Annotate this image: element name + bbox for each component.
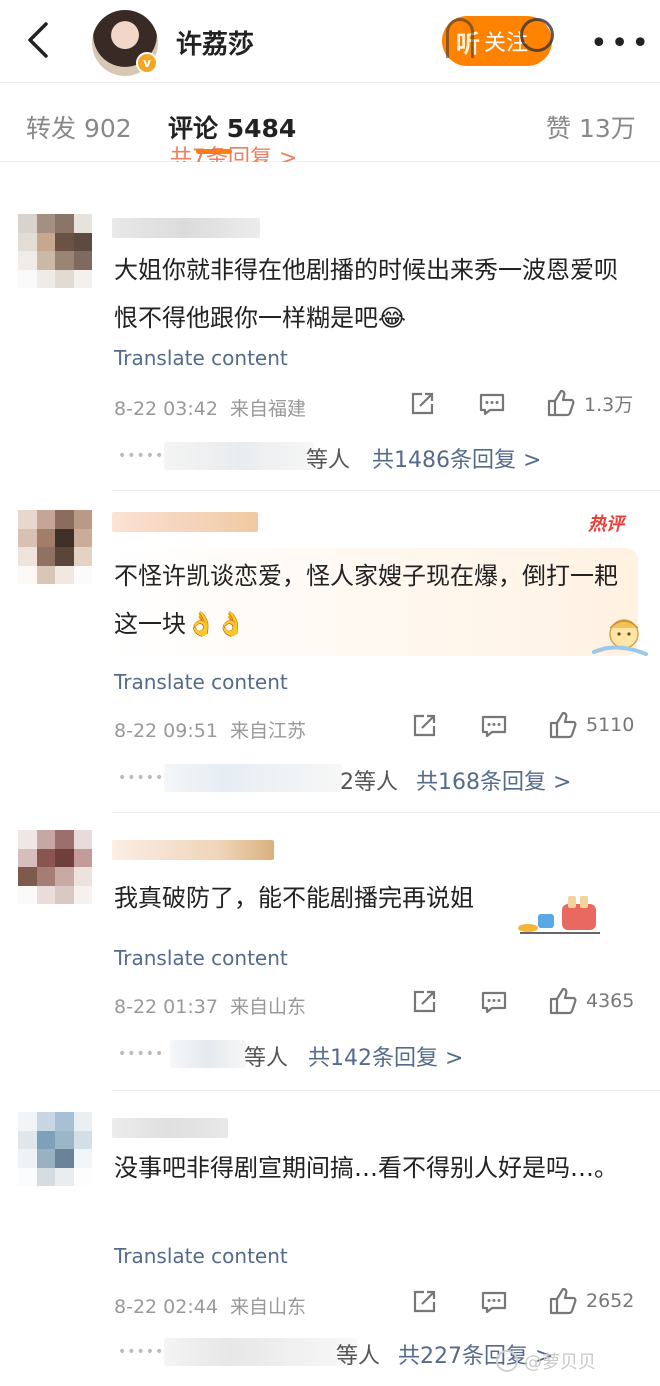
like-count: 4365 <box>586 990 635 1012</box>
like-count: 5110 <box>586 714 635 736</box>
reply-people: 等人 <box>306 448 351 473</box>
like-button[interactable]: 4365 <box>548 986 634 1016</box>
commenter-name[interactable] <box>112 840 274 860</box>
share-button[interactable] <box>408 390 436 418</box>
comment-meta: 8-22 02:44 来自山东 <box>114 1292 306 1319</box>
comment-time: 8-22 03:42 <box>114 398 218 420</box>
comment-button[interactable] <box>480 988 508 1016</box>
translate-link[interactable]: Translate content <box>114 346 288 370</box>
tab-repost[interactable]: 转发 902 <box>26 109 132 145</box>
like-button[interactable]: 2652 <box>548 1286 634 1316</box>
commenter-name[interactable] <box>112 218 260 238</box>
comment-button[interactable] <box>478 390 506 418</box>
thumbs-up-icon <box>547 389 575 417</box>
comment-button[interactable] <box>480 1288 508 1316</box>
thumbs-up-icon <box>549 711 577 739</box>
reply-people: 等人 <box>244 1046 289 1071</box>
comment-icon <box>481 715 507 738</box>
comment-meta: 8-22 01:37 来自山东 <box>114 992 306 1019</box>
headphone-icon[interactable] <box>446 18 474 58</box>
reply-names-blurred <box>164 1338 358 1366</box>
hot-comment-label: 热评 <box>588 514 624 535</box>
reply-indent-dots: ••••• <box>118 1344 165 1360</box>
divider <box>112 1090 660 1091</box>
back-icon[interactable] <box>22 20 58 60</box>
reply-people: 等人 <box>336 1344 381 1369</box>
like-count: 1.3万 <box>584 393 634 416</box>
share-icon <box>413 990 436 1013</box>
comment-location: 来自江苏 <box>229 720 306 742</box>
username[interactable]: 许荔莎 <box>176 24 254 61</box>
translate-link[interactable]: Translate content <box>114 1244 288 1268</box>
previous-reply-link[interactable]: 共7条回复 > <box>170 140 297 162</box>
reply-preview[interactable]: ••••• 等人 共142条回复 > <box>114 1036 634 1076</box>
divider <box>112 812 660 813</box>
translate-link[interactable]: Translate content <box>114 946 288 970</box>
thumbs-up-icon <box>549 1287 577 1315</box>
reply-indent-dots: ••••• <box>118 448 165 464</box>
breakfast-sticker <box>518 896 600 934</box>
comment-time: 8-22 02:44 <box>114 1296 218 1318</box>
commenter-avatar[interactable] <box>18 510 92 584</box>
comment-icon <box>481 1291 507 1314</box>
reply-count-link[interactable]: 共142条回复 > <box>308 1040 463 1072</box>
comment-location: 来自山东 <box>229 1296 306 1318</box>
commenter-name[interactable] <box>112 512 258 532</box>
comment-location: 来自山东 <box>229 996 306 1018</box>
comment-button[interactable] <box>480 712 508 740</box>
weibo-logo-icon <box>496 1350 518 1372</box>
thumbs-up-icon <box>549 987 577 1015</box>
commenter-name[interactable] <box>112 1118 228 1138</box>
share-button[interactable] <box>410 988 438 1016</box>
translate-link[interactable]: Translate content <box>114 670 288 694</box>
top-bar: v 许荔莎 听 关注 ••• <box>0 0 660 82</box>
commenter-avatar[interactable] <box>18 214 92 288</box>
share-icon <box>413 714 436 737</box>
reply-preview[interactable]: ••••• 等人 共1486条回复 > <box>114 438 634 478</box>
share-icon <box>413 1290 436 1313</box>
like-button[interactable]: 1.3万 <box>546 388 633 418</box>
share-button[interactable] <box>410 712 438 740</box>
divider <box>112 490 660 491</box>
reply-names-blurred <box>170 1040 246 1068</box>
verified-badge: v <box>136 52 158 74</box>
reply-indent-dots: ••••• <box>118 770 165 786</box>
comment-icon <box>479 393 505 416</box>
comment-time: 8-22 01:37 <box>114 996 218 1018</box>
reply-count-link[interactable]: 共1486条回复 > <box>372 442 541 474</box>
like-button[interactable]: 5110 <box>548 710 634 740</box>
reply-names-blurred <box>164 442 314 470</box>
reply-indent-dots: ••••• <box>118 1046 165 1062</box>
comment-icon <box>481 991 507 1014</box>
watermark-text: @萝贝贝 <box>524 1352 596 1373</box>
hot-mascot-sticker <box>592 619 648 656</box>
tab-bar: 转发 902 评论 5484 赞 13万 <box>0 82 660 162</box>
comment-meta: 8-22 09:51 来自江苏 <box>114 716 306 743</box>
comment-meta: 8-22 03:42 来自福建 <box>114 394 306 421</box>
reply-preview[interactable]: ••••• 2等人 共168条回复 > <box>114 760 634 800</box>
comment-text: 不怪许凯谈恋爱，怪人家嫂子现在爆，倒打一耙这一块👌👌 <box>114 562 618 638</box>
commenter-avatar[interactable] <box>18 1112 92 1186</box>
reply-people: 2等人 <box>340 770 398 795</box>
tab-likes[interactable]: 赞 13万 <box>546 109 636 145</box>
watermark: @萝贝贝 <box>496 1348 596 1374</box>
more-options-button[interactable]: ••• <box>590 26 652 61</box>
search-icon[interactable] <box>520 18 554 52</box>
comment-text: 没事吧非得剧宣期间搞…看不得别人好是吗…。 <box>114 1154 618 1182</box>
share-icon <box>411 392 434 415</box>
commenter-avatar[interactable] <box>18 830 92 904</box>
comment-time: 8-22 09:51 <box>114 720 218 742</box>
reply-count-link[interactable]: 共168条回复 > <box>416 764 571 796</box>
reply-names-blurred <box>164 764 342 792</box>
comment-text: 大姐你就非得在他剧播的时候出来秀一波恩爱呗 恨不得他跟你一样糊是吧😂 <box>114 256 618 332</box>
comment-location: 来自福建 <box>229 398 306 420</box>
like-count: 2652 <box>586 1290 635 1312</box>
share-button[interactable] <box>410 1288 438 1316</box>
